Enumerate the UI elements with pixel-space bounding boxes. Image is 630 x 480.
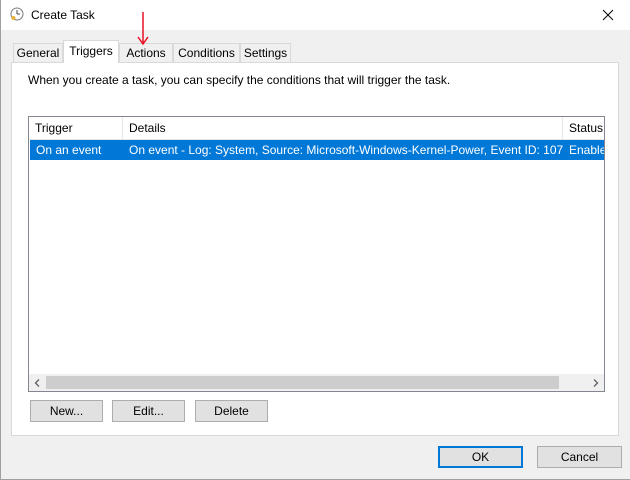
red-arrow-down-icon	[137, 12, 149, 46]
cancel-button[interactable]: Cancel	[537, 446, 622, 468]
title-bar: Create Task	[1, 0, 630, 30]
chevron-left-icon	[34, 378, 40, 387]
ok-button[interactable]: OK	[438, 446, 523, 468]
list-header: Trigger Details Status	[29, 117, 604, 140]
window-title: Create Task	[31, 8, 95, 22]
cell-details: On event - Log: System, Source: Microsof…	[129, 143, 563, 157]
triggers-panel: When you create a task, you can specify …	[11, 62, 619, 436]
column-header-status[interactable]: Status	[563, 117, 604, 139]
edit-button[interactable]: Edit...	[112, 400, 185, 422]
delete-button[interactable]: Delete	[195, 400, 268, 422]
clock-icon	[10, 7, 24, 21]
tab-conditions[interactable]: Conditions	[173, 43, 240, 62]
new-button[interactable]: New...	[30, 400, 103, 422]
scroll-right-button[interactable]	[587, 374, 604, 391]
cell-trigger: On an event	[36, 143, 102, 157]
close-icon	[602, 9, 614, 21]
tab-settings[interactable]: Settings	[240, 43, 291, 62]
chevron-right-icon	[593, 378, 599, 387]
table-row[interactable]: On an event On event - Log: System, Sour…	[30, 140, 604, 160]
tab-triggers[interactable]: Triggers	[63, 40, 119, 63]
triggers-list[interactable]: Trigger Details Status On an event On ev…	[28, 116, 605, 392]
horizontal-scrollbar[interactable]	[29, 374, 604, 391]
scrollbar-thumb[interactable]	[46, 376, 559, 389]
column-header-details[interactable]: Details	[123, 117, 563, 139]
create-task-window: Create Task General Triggers Actions Con…	[0, 0, 630, 480]
triggers-description: When you create a task, you can specify …	[28, 73, 451, 87]
scroll-left-button[interactable]	[29, 374, 46, 391]
cell-status: Enabled	[569, 143, 604, 157]
close-button[interactable]	[585, 0, 630, 30]
column-header-trigger[interactable]: Trigger	[29, 117, 123, 139]
tab-general[interactable]: General	[13, 43, 63, 62]
